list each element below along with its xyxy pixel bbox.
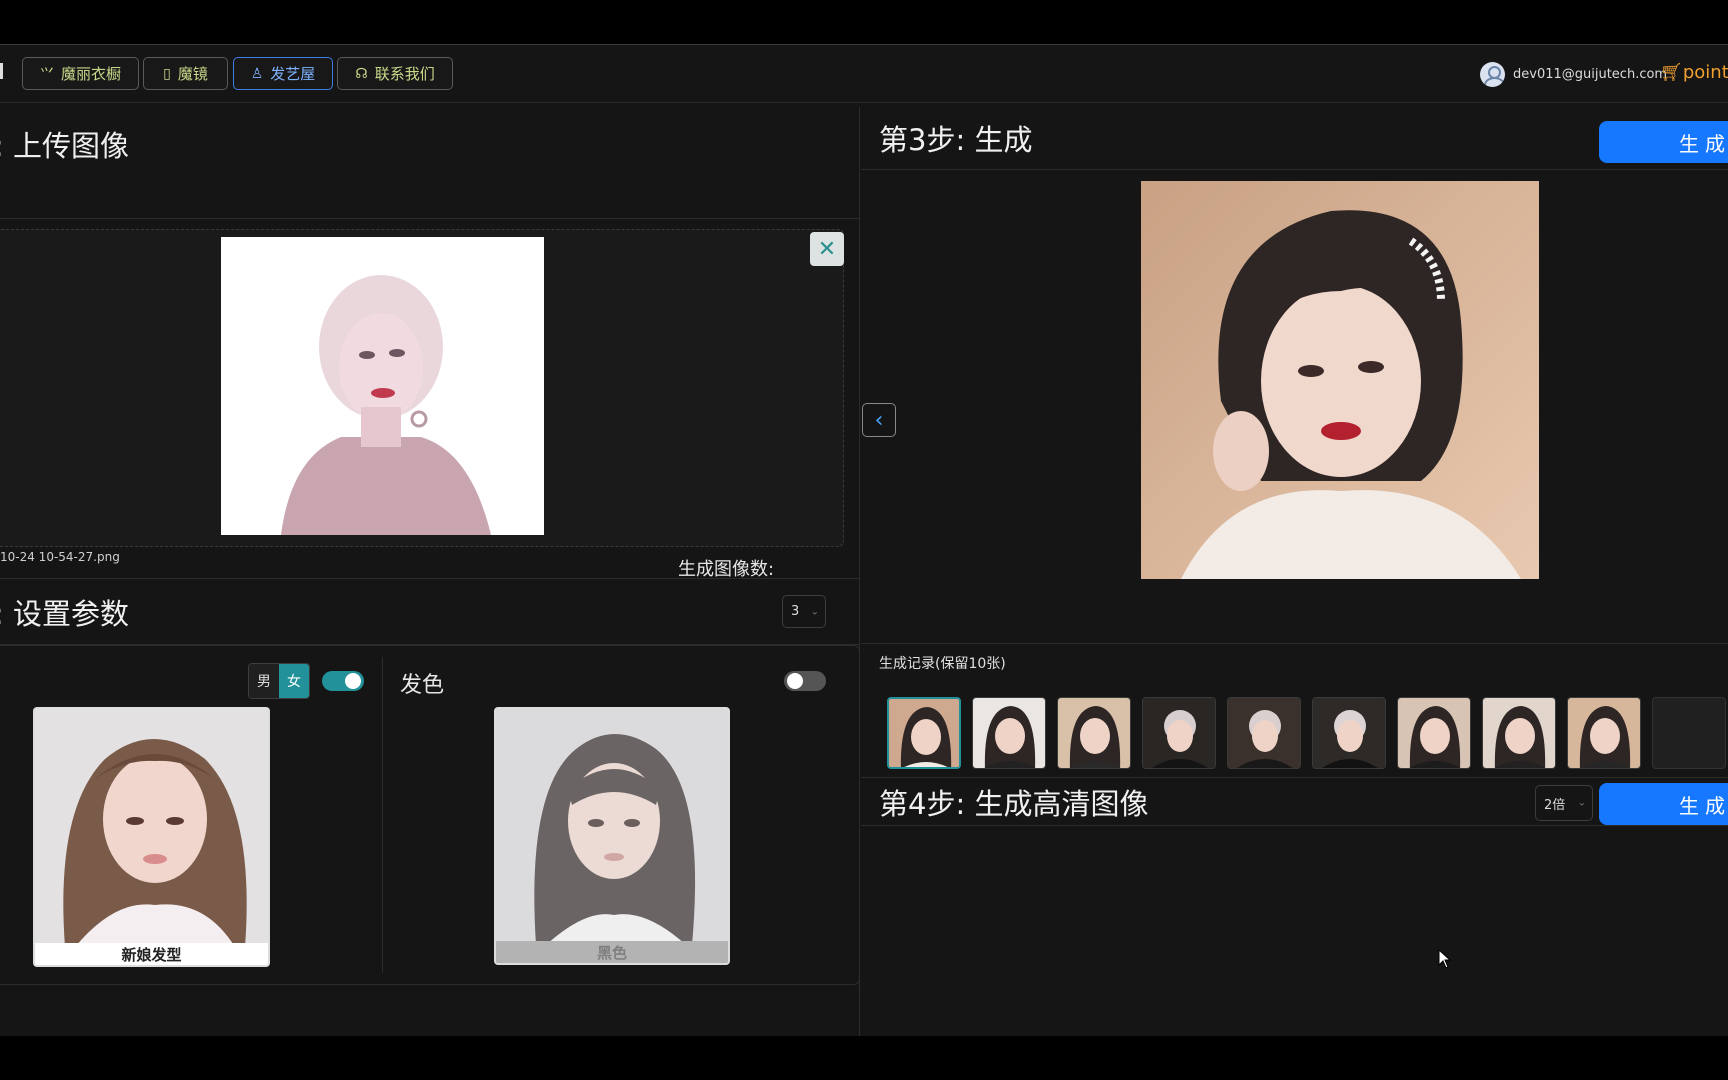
cart-icon: 🛒︎ — [1660, 62, 1683, 83]
gender-switch: 男 女 — [248, 663, 310, 699]
history-thumb[interactable] — [1312, 697, 1386, 769]
column-divider — [382, 657, 383, 973]
person-icon: ♙ — [250, 65, 264, 82]
divider — [861, 169, 1728, 170]
toggle-knob — [787, 673, 803, 689]
nav-wardrobe-label: 魔丽衣橱 — [60, 65, 121, 83]
nav-hair-salon-button[interactable]: ♙ 发艺屋 — [233, 57, 333, 90]
history-thumb[interactable] — [972, 697, 1046, 769]
history-thumb[interactable] — [1482, 697, 1556, 769]
chevron-down-icon: ⌄ — [1577, 797, 1586, 809]
history-thumb-empty[interactable] — [1652, 697, 1726, 769]
hairstyle-toggle[interactable] — [322, 671, 364, 691]
hairstyle-card-label: 新娘发型 — [35, 943, 268, 965]
hair-color-preview-image — [496, 709, 728, 945]
points-label: point: — [1682, 62, 1728, 83]
image-count-label: 生成图像数: — [678, 559, 775, 580]
step4-title: 第4步: 生成高清图像 — [879, 787, 1149, 821]
nav-mirror-label: 魔镜 — [177, 65, 208, 83]
user-email: dev011@guijutech.com — [1513, 66, 1668, 82]
nav-contact-button[interactable]: ☊ 联系我们 — [337, 57, 453, 90]
right-panel: 第3步: 生成 生成 ‹ 生成记录(保留10张) 第4步: 生成高清图像 2倍 … — [861, 107, 1728, 1036]
hair-color-card[interactable]: 黑色 — [494, 707, 730, 965]
history-thumb[interactable] — [1057, 697, 1131, 769]
gender-female-option[interactable]: 女 — [279, 664, 309, 698]
mirror-icon: ▯ — [163, 65, 171, 82]
hanger-icon: ⺍ — [39, 66, 54, 83]
history-thumb[interactable] — [887, 697, 961, 769]
nav-mirror-button[interactable]: ▯ 魔镜 — [143, 57, 228, 90]
hair-color-toggle[interactable] — [784, 671, 826, 691]
hd-generate-button[interactable]: 生成 — [1599, 783, 1728, 825]
step1-title: : 上传图像 — [0, 129, 129, 163]
divider — [0, 218, 860, 219]
history-thumb[interactable] — [1142, 697, 1216, 769]
nav-contact-label: 联系我们 — [374, 65, 435, 83]
app-window: ⺍ 魔丽衣橱 ▯ 魔镜 ♙ 发艺屋 ☊ 联系我们 dev011@guijutec… — [0, 44, 1728, 1036]
chevron-down-icon: ⌄ — [810, 606, 819, 617]
gender-male-option[interactable]: 男 — [249, 664, 279, 698]
logo-fragment — [0, 63, 6, 79]
chevron-left-icon: ‹ — [874, 407, 884, 433]
upscale-factor-value: 2倍 — [1544, 797, 1566, 813]
close-icon: ✕ — [817, 236, 837, 262]
uploaded-image — [221, 237, 544, 535]
generate-button[interactable]: 生成 — [1599, 121, 1728, 163]
remove-image-button[interactable]: ✕ — [810, 232, 844, 266]
divider — [861, 643, 1728, 644]
user-account[interactable]: dev011@guijutech.com — [1480, 61, 1667, 87]
step2-title: : 设置参数 — [0, 597, 129, 631]
upscale-factor-select[interactable]: 2倍 ⌄ — [1535, 785, 1593, 821]
step3-title: 第3步: 生成 — [879, 123, 1033, 157]
divider — [861, 777, 1728, 778]
history-label: 生成记录(保留10张) — [879, 656, 1006, 672]
history-thumb[interactable] — [1567, 697, 1641, 769]
headset-icon: ☊ — [355, 65, 368, 82]
top-navigation-bar: ⺍ 魔丽衣橱 ▯ 魔镜 ♙ 发艺屋 ☊ 联系我们 dev011@guijutec… — [0, 45, 1728, 103]
nav-hair-salon-label: 发艺屋 — [270, 65, 316, 83]
nav-wardrobe-button[interactable]: ⺍ 魔丽衣橱 — [22, 57, 139, 90]
mouse-cursor-icon — [1438, 949, 1452, 969]
history-thumb[interactable] — [1397, 697, 1471, 769]
uploaded-filename: 10-24 10-54-27.png — [0, 550, 120, 564]
hair-color-card-label: 黑色 — [496, 941, 728, 963]
previous-image-button[interactable]: ‹ — [862, 403, 896, 437]
toggle-knob — [345, 673, 361, 689]
points-link[interactable]: 🛒︎point: — [1660, 62, 1728, 83]
generated-result-image — [1141, 181, 1539, 579]
hairstyle-card[interactable]: 新娘发型 — [33, 707, 270, 967]
history-thumb[interactable] — [1227, 697, 1301, 769]
divider — [861, 825, 1728, 826]
left-panel: : 上传图像 ✕ 10-24 10-54-27.png : 设置参数 生成图像数… — [0, 107, 860, 1036]
avatar — [1480, 61, 1505, 87]
hairstyle-preview-image — [35, 709, 268, 947]
image-count-select[interactable]: 3 ⌄ — [782, 595, 826, 628]
image-count-value: 3 — [791, 604, 800, 619]
hair-color-label: 发色 — [400, 673, 445, 698]
